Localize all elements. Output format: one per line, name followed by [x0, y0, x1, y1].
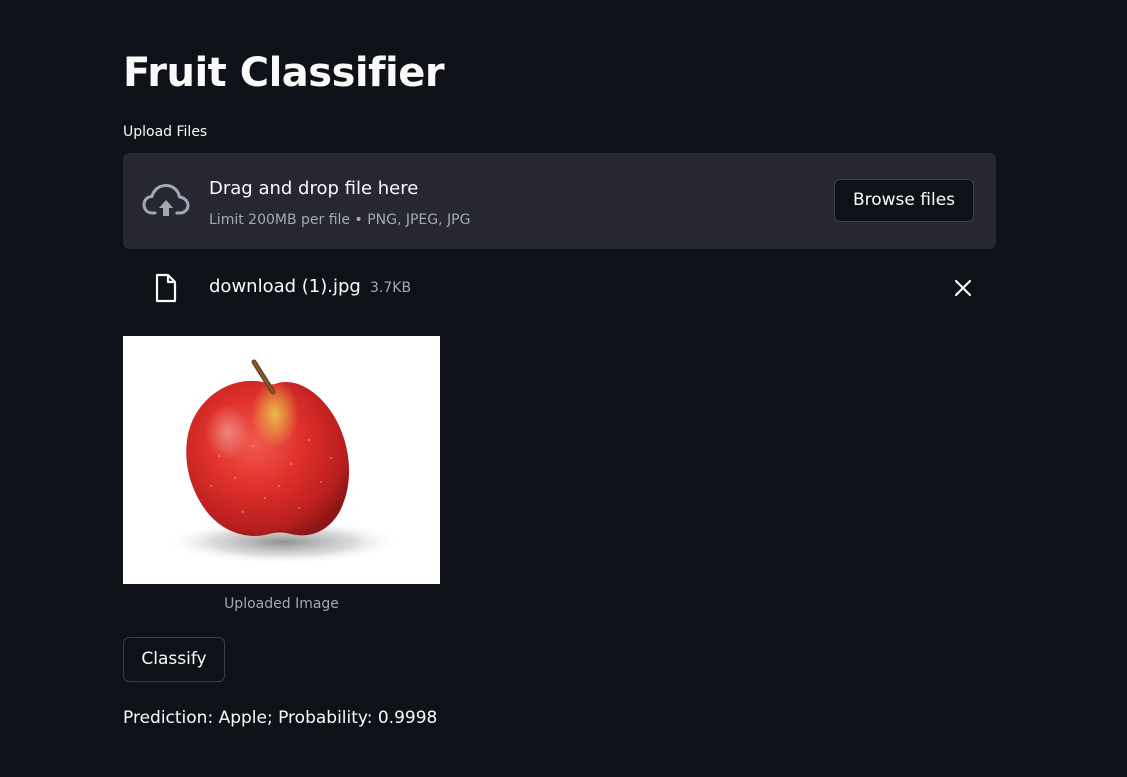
close-icon[interactable] — [951, 276, 975, 300]
uploaded-image — [123, 336, 440, 584]
prediction-result: Prediction: Apple; Probability: 0.9998 — [123, 708, 438, 728]
browse-files-button[interactable]: Browse files — [834, 179, 974, 222]
classify-button[interactable]: Classify — [123, 637, 225, 682]
file-dropzone[interactable]: Drag and drop file here Limit 200MB per … — [123, 153, 996, 249]
cloud-upload-icon — [142, 184, 190, 216]
image-caption: Uploaded Image — [224, 596, 339, 612]
apple-image — [165, 359, 401, 564]
uploaded-file-row: download (1).jpg 3.7KB — [123, 268, 996, 308]
file-icon — [155, 273, 177, 303]
dropzone-instructions: Drag and drop file here — [209, 178, 419, 199]
upload-label: Upload Files — [123, 124, 208, 140]
uploaded-file-name: download (1).jpg — [209, 276, 361, 297]
dropzone-limit-text: Limit 200MB per file • PNG, JPEG, JPG — [209, 212, 471, 228]
uploaded-file-size: 3.7KB — [370, 280, 412, 296]
page-title: Fruit Classifier — [123, 50, 445, 96]
